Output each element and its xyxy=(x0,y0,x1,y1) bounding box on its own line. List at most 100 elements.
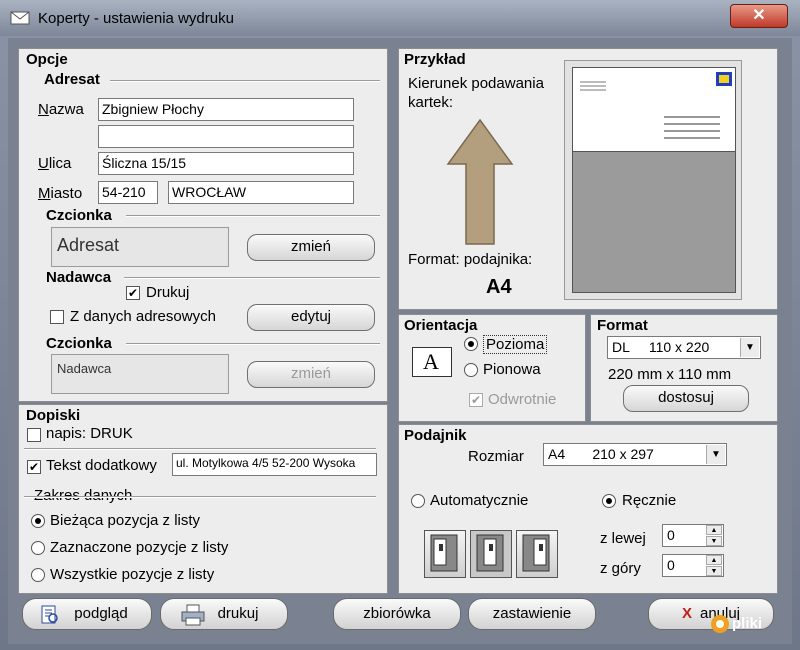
opt3-radio[interactable] xyxy=(31,568,45,582)
spin-down-icon[interactable]: ▼ xyxy=(706,566,722,576)
napis-label: napis: DRUK xyxy=(46,425,133,442)
city-input[interactable]: WROCŁAW xyxy=(168,181,354,204)
tekst-label: Tekst dodatkowy xyxy=(46,457,157,474)
nadawca-heading: Nadawca xyxy=(46,269,112,286)
chevron-down-icon: ▼ xyxy=(706,445,725,464)
tekst-checkbox[interactable]: ✔ xyxy=(27,460,41,474)
preview-icon xyxy=(41,605,58,624)
orientation-preview-icon: A xyxy=(412,347,452,377)
opt3-label: Wszystkie pozycje z listy xyxy=(50,566,215,583)
automatycznie-radio[interactable] xyxy=(411,494,425,508)
cancel-x-icon: X xyxy=(681,605,692,622)
automatycznie-label: Automatycznie xyxy=(430,492,529,509)
spin-down-icon[interactable]: ▼ xyxy=(706,536,722,546)
opt1-label: Bieżąca pozycja z listy xyxy=(50,512,201,529)
chevron-down-icon: ▼ xyxy=(740,338,759,357)
nadawca-font-preview-text: Nadawca xyxy=(57,361,112,376)
z-danych-label: Z danych adresowych xyxy=(70,308,216,325)
pozioma-radio[interactable] xyxy=(464,337,478,351)
feed-right-icon xyxy=(522,534,550,572)
envelope-app-icon xyxy=(10,11,30,25)
drukuj-checkbox[interactable]: ✔ xyxy=(126,286,140,300)
zbiorowka-button[interactable]: zbiorówka xyxy=(333,598,461,630)
rozmiar-select[interactable]: A4 210 x 297 ▼ xyxy=(543,443,727,466)
kierunek-label: Kierunek podawania kartek: xyxy=(408,75,544,111)
paper-preview xyxy=(572,151,736,293)
podajnik-heading: Podajnik xyxy=(404,427,467,444)
nazwa-label: Nazwa xyxy=(38,101,84,118)
dialog-window: Koperty - ustawienia wydruku ✕ Opcje Adr… xyxy=(0,0,800,650)
nadawca-separator xyxy=(124,277,380,279)
opt1-radio[interactable] xyxy=(31,514,45,528)
ulica-input[interactable]: Śliczna 15/15 xyxy=(98,152,354,175)
stamp-icon xyxy=(716,72,732,86)
format-podajnika-value: A4 xyxy=(486,276,512,298)
czcionka-separator xyxy=(126,215,380,217)
rozmiar-label: Rozmiar xyxy=(468,448,524,465)
orientacja-heading: Orientacja xyxy=(404,317,478,334)
opcje-heading: Opcje xyxy=(26,51,68,68)
watermark-logo-icon xyxy=(711,615,729,633)
zakres-separator xyxy=(24,496,376,498)
nazwa-input[interactable]: Zbigniew Płochy xyxy=(98,98,354,121)
dopiski-heading: Dopiski xyxy=(26,407,81,424)
format-select[interactable]: DL 110 x 220 ▼ xyxy=(607,336,761,359)
z-lewej-spinner[interactable]: 0 ▲ ▼ xyxy=(662,524,724,547)
pionowa-label: Pionowa xyxy=(483,361,541,378)
window-title: Koperty - ustawienia wydruku xyxy=(38,10,234,27)
recznie-label: Ręcznie xyxy=(622,492,677,509)
drukuj-label: Drukuj xyxy=(146,284,190,301)
przyklad-heading: Przykład xyxy=(404,51,466,68)
format-podajnika-label: Format: podajnika: xyxy=(408,251,533,268)
zmien-font2-button[interactable]: zmień xyxy=(247,361,375,388)
adresat-separator xyxy=(110,80,380,82)
title-bar[interactable]: Koperty - ustawienia wydruku ✕ xyxy=(0,0,800,36)
dopiski-separator xyxy=(24,448,376,450)
podglad-button[interactable]: podgląd xyxy=(22,598,152,630)
nadawca-font-preview: Nadawca xyxy=(51,354,229,394)
dostosuj-button[interactable]: dostosuj xyxy=(623,385,749,412)
format-select-value: DL 110 x 220 xyxy=(612,339,710,355)
drukuj-button[interactable]: drukuj xyxy=(160,598,288,630)
z-danych-checkbox[interactable] xyxy=(50,310,64,324)
z-gory-label: z góry xyxy=(600,560,641,577)
adresat-font-preview: Adresat xyxy=(51,227,229,267)
pionowa-radio[interactable] xyxy=(464,363,478,377)
zmien-font-button[interactable]: zmień xyxy=(247,234,375,261)
pozioma-label: Pozioma xyxy=(483,335,548,354)
zestawienie-button[interactable]: zastawienie xyxy=(468,598,596,630)
napis-checkbox[interactable] xyxy=(27,428,41,442)
z-lewej-value: 0 xyxy=(667,527,675,543)
printer-icon xyxy=(181,604,205,626)
feed-left-icon xyxy=(430,534,458,572)
edytuj-button[interactable]: edytuj xyxy=(247,304,375,331)
z-lewej-label: z lewej xyxy=(600,530,646,547)
adresat-font-preview-text: Adresat xyxy=(57,235,120,255)
watermark: pliki xyxy=(708,610,796,638)
spin-up-icon[interactable]: ▲ xyxy=(706,555,722,565)
sender-lines-icon xyxy=(580,81,606,91)
close-button[interactable]: ✕ xyxy=(730,4,788,28)
nazwa2-input[interactable] xyxy=(98,125,354,148)
odwrotnie-label: Odwrotnie xyxy=(488,391,557,408)
opt2-label: Zaznaczone pozycje z listy xyxy=(50,539,229,556)
tekst-input[interactable]: ul. Motylkowa 4/5 52-200 Wysoka xyxy=(172,453,377,476)
ulica-label: Ulica xyxy=(38,155,72,172)
format-size-text: 220 mm x 110 mm xyxy=(608,366,732,383)
adresat-heading: Adresat xyxy=(44,71,100,88)
z-gory-spinner[interactable]: 0 ▲ ▼ xyxy=(662,554,724,577)
czcionka2-separator xyxy=(126,343,380,345)
format-heading: Format xyxy=(597,317,648,334)
miasto-label: Miasto xyxy=(38,185,83,202)
watermark-text: pliki xyxy=(732,615,763,632)
opt2-radio[interactable] xyxy=(31,541,45,555)
rozmiar-select-value: A4 210 x 297 xyxy=(548,446,654,462)
spin-up-icon[interactable]: ▲ xyxy=(706,525,722,535)
postcode-input[interactable]: 54-210 xyxy=(98,181,158,204)
z-gory-value: 0 xyxy=(667,557,675,573)
feed-center-icon xyxy=(476,534,504,572)
czcionka-heading: Czcionka xyxy=(46,207,112,224)
recznie-radio[interactable] xyxy=(602,494,616,508)
odwrotnie-checkbox[interactable]: ✔ xyxy=(469,393,483,407)
czcionka2-heading: Czcionka xyxy=(46,335,112,352)
